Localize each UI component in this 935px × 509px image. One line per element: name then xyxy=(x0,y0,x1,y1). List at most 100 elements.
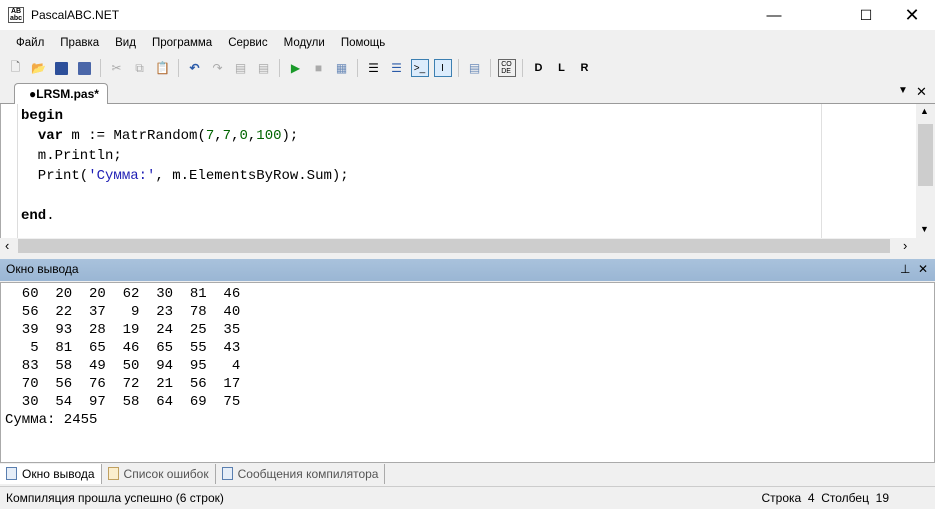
title-bar: AB abc PascalABC.NET — ☐ ✕ xyxy=(0,0,935,30)
editor-tab-strip: ●LRSM.pas* ▼ ✕ xyxy=(0,82,935,104)
scroll-right-icon[interactable]: › xyxy=(903,238,907,253)
code-token: ); xyxy=(281,128,299,144)
toolbar: 🗋 📂 ✂ ⧉ 📋 ↶ ↷ ▤ ▤ ▶ ■ ▦ ☰ ☰ >_ I ▤ CO DE … xyxy=(0,56,935,80)
tab-label: Список ошибок xyxy=(123,466,209,481)
code-line: end. xyxy=(21,206,349,226)
sum-line: Сумма: 2455 xyxy=(5,412,98,428)
output-window[interactable]: 60 20 20 62 30 81 46 56 22 37 9 23 78 40… xyxy=(0,282,935,463)
indent-icon[interactable]: ▤ xyxy=(255,59,273,77)
menu-bar: Файл Правка Вид Программа Сервис Модули … xyxy=(0,32,393,54)
menu-help[interactable]: Помощь xyxy=(333,37,393,49)
tab-label: Окно вывода xyxy=(22,466,95,481)
reference-l-icon[interactable]: L xyxy=(553,59,571,77)
matrix-row: 56 22 37 9 23 78 40 xyxy=(5,304,241,320)
stop-icon[interactable]: ■ xyxy=(310,59,328,77)
code-token: . xyxy=(46,208,55,224)
toolbar-separator xyxy=(522,59,523,77)
matrix-row: 70 56 76 72 21 56 17 xyxy=(5,376,241,392)
vertical-scroll-thumb[interactable] xyxy=(918,124,933,186)
horizontal-scroll-thumb[interactable] xyxy=(18,239,890,253)
menu-file[interactable]: Файл xyxy=(8,37,52,49)
col-value: 19 xyxy=(875,491,889,505)
open-folder-icon[interactable]: 📂 xyxy=(30,59,48,77)
menu-view[interactable]: Вид xyxy=(107,37,144,49)
close-panel-icon[interactable]: ✕ xyxy=(918,259,928,280)
output-console-icon[interactable]: >_ xyxy=(410,59,429,77)
run-icon[interactable]: ▶ xyxy=(287,59,305,77)
matrix-row: 39 93 28 19 24 25 35 xyxy=(5,322,241,338)
minimize-button[interactable]: — xyxy=(751,0,797,30)
row-label: Строка xyxy=(761,491,802,505)
menu-modules[interactable]: Модули xyxy=(276,37,333,49)
row-value: 4 xyxy=(807,491,815,505)
status-message: Компиляция прошла успешно (6 строк) xyxy=(6,491,224,505)
status-bar: Компиляция прошла успешно (6 строк) Стро… xyxy=(0,486,935,509)
window-title: PascalABC.NET xyxy=(31,8,120,22)
tab-output-window[interactable]: Окно вывода xyxy=(0,463,102,484)
col-label: Столбец xyxy=(821,491,869,505)
code-templates-icon[interactable]: CO DE xyxy=(497,59,516,77)
pin-icon[interactable]: ⊥ xyxy=(900,259,910,280)
app-logo-icon: AB abc xyxy=(8,7,24,23)
scroll-down-icon[interactable]: ▼ xyxy=(920,224,929,234)
output-panel-header: Окно вывода ⊥ ✕ xyxy=(0,259,935,281)
maximize-button[interactable]: ☐ xyxy=(843,0,889,30)
cut-icon[interactable]: ✂ xyxy=(108,59,126,77)
code-editor[interactable]: begin var m := MatrRandom(7,7,0,100); m.… xyxy=(0,104,935,238)
matrix-row: 30 54 97 58 64 69 75 xyxy=(5,394,241,410)
uncomment-icon[interactable]: ☰ xyxy=(388,59,406,77)
margin-line xyxy=(821,104,822,238)
code-token: 0 xyxy=(239,128,248,144)
output-panel-title: Окно вывода xyxy=(6,262,79,276)
code-line: begin xyxy=(21,106,349,126)
code-line: var m := MatrRandom(7,7,0,100); xyxy=(21,126,349,146)
code-token: end xyxy=(21,208,47,224)
menu-edit[interactable]: Правка xyxy=(52,37,107,49)
tab-lrsm-pas[interactable]: ●LRSM.pas* xyxy=(14,83,108,104)
toolbar-separator xyxy=(100,59,101,77)
tab-error-list[interactable]: Список ошибок xyxy=(102,463,216,484)
toolbar-separator xyxy=(357,59,358,77)
tab-list-dropdown-icon[interactable]: ▼ xyxy=(898,85,908,96)
toolbar-separator xyxy=(458,59,459,77)
compiler-messages-icon xyxy=(221,467,233,480)
code-line: m.Println; xyxy=(21,146,349,166)
close-tab-icon[interactable]: ✕ xyxy=(916,84,927,100)
save-all-icon[interactable] xyxy=(76,59,94,77)
code-token: , xyxy=(214,128,223,144)
reference-r-icon[interactable]: R xyxy=(576,59,594,77)
menu-program[interactable]: Программа xyxy=(144,37,220,49)
debug-icon[interactable]: ▦ xyxy=(333,59,351,77)
unindent-icon[interactable]: ▤ xyxy=(232,59,250,77)
scroll-up-icon[interactable]: ▲ xyxy=(920,106,929,116)
close-button[interactable]: ✕ xyxy=(889,0,935,30)
reference-d-icon[interactable]: D xyxy=(530,59,548,77)
save-icon[interactable] xyxy=(53,59,71,77)
matrix-row: 60 20 20 62 30 81 46 xyxy=(5,286,241,302)
matrix-row: 83 58 49 50 94 95 4 xyxy=(5,358,241,374)
menu-service[interactable]: Сервис xyxy=(220,37,275,49)
toolbar-separator xyxy=(490,59,491,77)
tab-label: Сообщения компилятора xyxy=(237,466,379,481)
paste-icon[interactable]: 📋 xyxy=(154,59,172,77)
copy-icon[interactable]: ⧉ xyxy=(131,59,149,77)
code-token: 'Сумма:' xyxy=(88,168,156,184)
code-token: 100 xyxy=(256,128,282,144)
scroll-left-icon[interactable]: ‹ xyxy=(5,238,9,253)
tab-compiler-messages[interactable]: Сообщения компилятора xyxy=(216,463,386,484)
code-line: Print('Сумма:', m.ElementsByRow.Sum); xyxy=(21,166,349,186)
output-text-icon[interactable]: I xyxy=(433,59,452,77)
code-token: 7 xyxy=(222,128,232,144)
redo-icon[interactable]: ↷ xyxy=(209,59,227,77)
toolbar-separator xyxy=(279,59,280,77)
format-code-icon[interactable]: ▤ xyxy=(466,59,484,77)
new-file-icon[interactable]: 🗋 xyxy=(7,59,25,77)
undo-icon[interactable]: ↶ xyxy=(186,59,204,77)
code-token: , m.ElementsByRow.Sum); xyxy=(155,168,349,184)
comment-icon[interactable]: ☰ xyxy=(365,59,383,77)
code-token: begin xyxy=(21,108,64,124)
editor-gutter xyxy=(1,104,18,238)
code-text[interactable]: begin var m := MatrRandom(7,7,0,100); m.… xyxy=(21,106,349,226)
